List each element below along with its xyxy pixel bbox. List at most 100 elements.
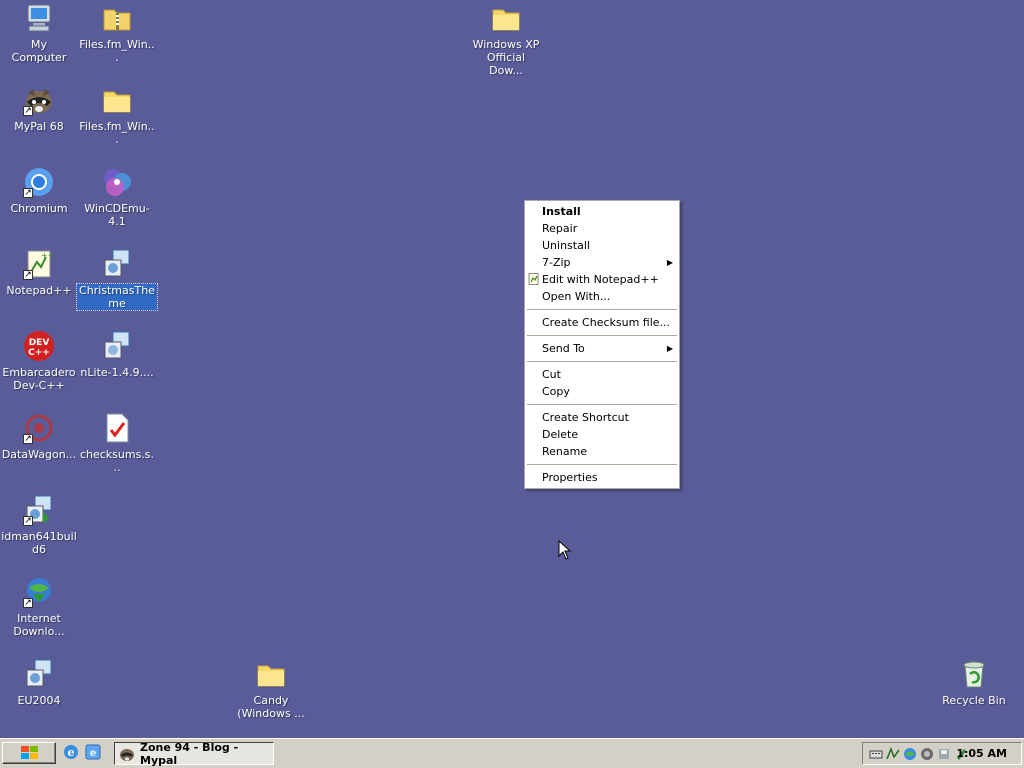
- menu-item-label: Send To: [542, 342, 585, 355]
- menu-item-label: Rename: [542, 445, 588, 458]
- context-menu[interactable]: Install Repair Uninstall 7-Zip ▶ Edit wit…: [524, 200, 680, 489]
- desktop-icon-files-fm-zip[interactable]: Files.fm_Win...: [78, 2, 156, 64]
- disc-icon: [101, 166, 133, 198]
- desktop-icon-christmastheme[interactable]: ChristmasTheme: [76, 248, 158, 311]
- icon-label: DataWagon...: [1, 448, 77, 461]
- desktop[interactable]: My Computer ↗ MyPal 68 ↗ Chromium ++ ↗ N…: [0, 0, 1024, 738]
- folder-icon: [101, 84, 133, 116]
- shortcut-arrow-icon: ↗: [23, 188, 33, 198]
- installer-icon: [23, 658, 55, 690]
- desktop-icon-windows-xp-official[interactable]: Windows XP Official Dow...: [467, 2, 545, 77]
- shortcut-arrow-icon: ↗: [23, 106, 33, 116]
- menu-item-7zip[interactable]: 7-Zip ▶: [525, 254, 679, 271]
- recycle-bin-icon: [958, 658, 990, 690]
- globe-icon[interactable]: [903, 747, 917, 761]
- menu-item-edit-with-notepad-plus-plus[interactable]: Edit with Notepad++: [525, 271, 679, 288]
- menu-item-label: Install: [542, 205, 581, 218]
- desktop-icon-candy[interactable]: Candy (Windows ...: [232, 658, 310, 720]
- desktop-icon-mypal[interactable]: ↗ MyPal 68: [0, 84, 78, 133]
- icon-label: Files.fm_Win...: [79, 120, 155, 146]
- desktop-icon-idman[interactable]: ↗ idman641build6: [0, 494, 78, 556]
- icon-label: Internet Downlo...: [13, 612, 65, 638]
- submenu-arrow-icon: ▶: [666, 258, 673, 267]
- raccoon-browser-icon: [119, 746, 135, 762]
- icon-label: MyPal 68: [14, 120, 64, 133]
- shortcut-arrow-icon: ↗: [23, 516, 33, 526]
- svg-text:DEV: DEV: [29, 338, 50, 348]
- menu-item-label: Cut: [542, 368, 561, 381]
- menu-separator: [527, 309, 677, 310]
- desktop-icon-recycle-bin[interactable]: Recycle Bin: [935, 658, 1013, 707]
- menu-item-label: Repair: [542, 222, 578, 235]
- menu-separator: [527, 335, 677, 336]
- icon-label: My Computer: [11, 38, 67, 64]
- desktop-icon-chromium[interactable]: ↗ Chromium: [0, 166, 78, 215]
- menu-item-create-checksum[interactable]: Create Checksum file...: [525, 314, 679, 331]
- desktop-icon-files-fm-folder[interactable]: Files.fm_Win...: [78, 84, 156, 146]
- keyboard-icon[interactable]: [869, 747, 883, 761]
- taskbar-button-label: Zone 94 - Blog - Mypal: [140, 740, 239, 767]
- icon-label: Notepad++: [6, 284, 72, 297]
- installer-icon: [101, 248, 133, 280]
- icon-label: Embarcadero Dev-C++: [2, 366, 76, 392]
- icon-label: Chromium: [10, 202, 68, 215]
- icon-label: Files.fm_Win...: [79, 38, 155, 64]
- network-wave-icon[interactable]: [886, 746, 900, 761]
- shortcut-arrow-icon: ↗: [23, 270, 33, 280]
- installer-icon: ↗: [23, 494, 55, 526]
- submenu-arrow-icon: ▶: [666, 344, 673, 353]
- menu-item-open-with[interactable]: Open With...: [525, 288, 679, 305]
- menu-item-uninstall[interactable]: Uninstall: [525, 237, 679, 254]
- menu-item-label: Copy: [542, 385, 570, 398]
- menu-item-cut[interactable]: Cut: [525, 366, 679, 383]
- svg-text:C++: C++: [28, 348, 50, 358]
- disk-icon[interactable]: [937, 747, 951, 761]
- clock[interactable]: 1:05 AM: [956, 747, 1007, 760]
- menu-item-rename[interactable]: Rename: [525, 443, 679, 460]
- menu-item-properties[interactable]: Properties: [525, 469, 679, 486]
- zip-folder-icon: [101, 2, 133, 34]
- menu-item-install[interactable]: Install: [525, 203, 679, 220]
- desktop-icon-internet-download-manager[interactable]: ↗ Internet Downlo...: [0, 576, 78, 638]
- shortcut-arrow-icon: ↗: [23, 598, 33, 608]
- folder-icon: [490, 2, 522, 34]
- icon-label: Recycle Bin: [942, 694, 1006, 707]
- internet-explorer-icon[interactable]: e: [62, 743, 80, 761]
- desktop-icon-my-computer[interactable]: My Computer: [0, 2, 78, 64]
- menu-item-copy[interactable]: Copy: [525, 383, 679, 400]
- icon-label: Windows XP Official Dow...: [472, 38, 540, 77]
- checksum-file-icon: [101, 412, 133, 444]
- browser-quicklaunch-icon[interactable]: e: [84, 743, 102, 761]
- desktop-icon-dev-cpp[interactable]: DEV C++ Embarcadero Dev-C++: [0, 330, 78, 392]
- datawagon-icon: ↗: [23, 412, 55, 444]
- notepad-plus-plus-icon: ++ ↗: [23, 248, 55, 280]
- security-shield-icon[interactable]: [920, 747, 934, 761]
- desktop-icon-notepad-plus-plus[interactable]: ++ ↗ Notepad++: [0, 248, 78, 297]
- mouse-cursor-icon: [558, 539, 572, 560]
- desktop-icon-datawagon[interactable]: ↗ DataWagon...: [0, 412, 78, 461]
- desktop-icon-wincdemu[interactable]: WinCDEmu-4.1: [78, 166, 156, 228]
- menu-item-label: Create Shortcut: [542, 411, 629, 424]
- folder-icon: [255, 658, 287, 690]
- start-button[interactable]: [2, 742, 56, 764]
- menu-item-label: Create Checksum file...: [542, 316, 671, 329]
- menu-item-label: 7-Zip: [542, 256, 571, 269]
- menu-item-send-to[interactable]: Send To ▶: [525, 340, 679, 357]
- icon-label: ChristmasTheme: [76, 283, 158, 311]
- menu-separator: [527, 404, 677, 405]
- taskbar-button-mypal[interactable]: Zone 94 - Blog - Mypal: [114, 740, 274, 767]
- desktop-icon-checksums[interactable]: checksums.s...: [78, 412, 156, 474]
- menu-item-repair[interactable]: Repair: [525, 220, 679, 237]
- menu-item-delete[interactable]: Delete: [525, 426, 679, 443]
- system-tray: 1:05 AM: [862, 742, 1022, 765]
- quick-launch-toolbar: e e: [62, 743, 102, 765]
- shortcut-arrow-icon: ↗: [23, 434, 33, 444]
- desktop-icon-nlite[interactable]: nLite-1.4.9....: [78, 330, 156, 379]
- taskbar: e e Zone 94 - Blog - Mypal 1:05 AM: [0, 738, 1024, 768]
- menu-item-create-shortcut[interactable]: Create Shortcut: [525, 409, 679, 426]
- icon-label: EU2004: [17, 694, 61, 707]
- menu-item-label: Open With...: [542, 290, 611, 303]
- desktop-icon-eu2004[interactable]: EU2004: [0, 658, 78, 707]
- icon-label: idman641build6: [1, 530, 77, 556]
- svg-text:++: ++: [41, 251, 54, 260]
